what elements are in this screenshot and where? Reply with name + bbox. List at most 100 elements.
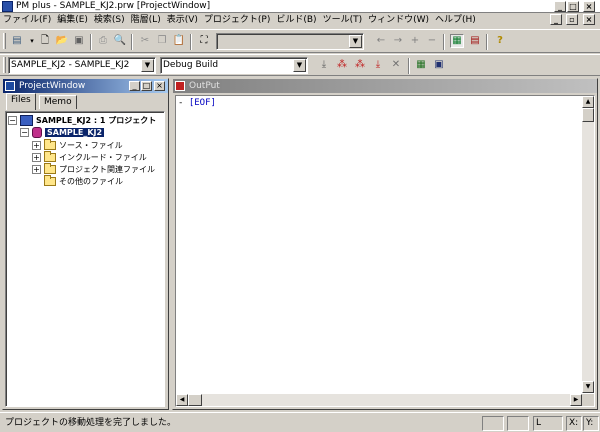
project-tree[interactable]: − SAMPLE_KJ2 : 1 プロジェクト − SAMPLE_KJ2 + ソ… [5,111,165,407]
mdi-restore-button[interactable]: ▫ [566,14,578,25]
toolbar-separator [408,58,410,74]
copy-icon[interactable]: ❐ [155,34,169,48]
maximize-button[interactable]: □ [567,1,579,12]
scroll-up-icon[interactable]: ▲ [582,96,594,108]
mdi-close-button[interactable]: × [583,14,595,25]
status-panel-x: X: [566,416,582,431]
menu-view[interactable]: 表示(V) [164,13,201,28]
forward-arrow-icon[interactable]: → [391,34,405,48]
title-bar[interactable]: PM plus - SAMPLE_KJ2.prw [ProjectWindow]… [0,0,600,13]
tree-item-label: その他のファイル [59,176,123,186]
print-icon[interactable]: ⎙ [96,34,110,48]
menu-tools[interactable]: ツール(T) [320,13,366,28]
scroll-right-icon[interactable]: ▶ [570,394,582,406]
line-marker-icon: - [178,98,184,108]
tree-item-label: ソース・ファイル [59,140,123,150]
output-window-titlebar[interactable]: OutPut [173,79,597,93]
status-bar: プロジェクトの移動処理を完了しました。 L X: Y: [0,412,600,432]
open-folder-icon[interactable]: 📂 [55,34,69,48]
search-combo-arrow-icon[interactable]: ▼ [349,35,362,48]
toolbar-separator [486,34,488,50]
project-window-toggle-icon[interactable]: ▦ [450,34,464,48]
find-binoculars-icon[interactable]: ⛶ [197,34,211,48]
tab-memo[interactable]: Memo [39,95,77,109]
build-icon[interactable]: ⁂ [335,58,349,72]
tree-item-source-files[interactable]: + ソース・ファイル [32,138,123,151]
paste-icon[interactable]: 📋 [172,34,186,48]
expand-icon[interactable]: + [32,140,41,150]
scroll-left-icon[interactable]: ◀ [176,394,188,406]
build-config-combo[interactable]: Debug Build [160,57,308,74]
stop-build-icon[interactable]: ⤓ [371,58,385,72]
minimize-button[interactable]: _ [554,1,566,12]
output-pane[interactable]: - [EOF] ▲ ▼ ◀ ▶ [175,95,595,407]
menu-file[interactable]: ファイル(F) [0,13,54,28]
output-window: OutPut - [EOF] ▲ ▼ ◀ ▶ [172,78,598,410]
tree-item-workspace[interactable]: − SAMPLE_KJ2 : 1 プロジェクト [8,114,156,126]
workspace-icon [20,114,33,126]
horizontal-scrollbar[interactable]: ◀ ▶ [176,394,582,406]
tree-item-other-files[interactable]: その他のファイル [44,174,123,187]
toolbar-grip[interactable] [3,57,6,73]
project-window-maximize-button[interactable]: □ [141,81,152,91]
status-panel-blank [482,416,504,431]
output-window-icon [175,81,185,91]
project-tabs: Files Memo [3,93,168,110]
close-button[interactable]: × [583,1,595,12]
expand-icon[interactable]: + [32,152,41,162]
project-window-titlebar[interactable]: ProjectWindow _ □ × [3,79,168,93]
folder-icon [44,138,56,150]
new-file-icon[interactable]: ▤ [10,34,24,48]
tab-files[interactable]: Files [6,93,36,110]
save-icon[interactable]: ▣ [72,34,86,48]
back-arrow-icon[interactable]: ← [374,34,388,48]
clean-icon[interactable]: ✕ [389,58,403,72]
search-combo[interactable] [216,33,364,50]
menu-build[interactable]: ビルド(B) [273,13,319,28]
project-window-close-button[interactable]: × [154,81,165,91]
project-combo[interactable]: SAMPLE_KJ2 - SAMPLE_KJ2 [8,57,156,74]
menu-search[interactable]: 検索(S) [91,13,128,28]
scrollbar-corner [582,394,594,406]
menu-project[interactable]: プロジェクト(P) [201,13,273,28]
help-question-icon[interactable]: ? [493,34,507,48]
tree-item-project-files[interactable]: + プロジェクト関連ファイル [32,162,155,175]
new-document-icon[interactable]: 🗋 [38,34,52,48]
compile-icon[interactable]: ⤓ [317,58,331,72]
mdi-minimize-button[interactable]: _ [550,14,562,25]
menu-hierarchy[interactable]: 階層(L) [128,13,164,28]
tree-item-project[interactable]: − SAMPLE_KJ2 [20,126,105,138]
horizontal-scroll-thumb[interactable] [188,394,202,406]
expand-icon[interactable]: + [32,164,41,174]
project-window-minimize-button[interactable]: _ [129,81,140,91]
debugger-icon[interactable]: ▦ [414,58,428,72]
print-preview-icon[interactable]: 🔍 [113,34,127,48]
vertical-scrollbar[interactable]: ▲ ▼ [582,96,594,393]
scroll-down-icon[interactable]: ▼ [582,381,594,393]
build-combo-arrow-icon[interactable]: ▼ [293,59,306,72]
build-settings-icon[interactable]: ▣ [432,58,446,72]
menu-window[interactable]: ウィンドウ(W) [365,13,432,28]
toolbar-grip[interactable] [3,33,6,49]
tree-item-label: SAMPLE_KJ2 : 1 プロジェクト [36,115,157,125]
project-combo-arrow-icon[interactable]: ▼ [141,59,154,72]
menu-help[interactable]: ヘルプ(H) [432,13,479,28]
add-bookmark-icon[interactable]: + [408,34,422,48]
collapse-icon[interactable]: − [20,127,29,137]
menu-edit[interactable]: 編集(E) [54,13,91,28]
build-toolbar: SAMPLE_KJ2 - SAMPLE_KJ2 ▼ Debug Build ▼ … [0,54,600,76]
project-window: ProjectWindow _ □ × Files Memo − SAMPLE_… [2,78,169,410]
collapse-icon[interactable]: − [8,115,17,125]
output-window-toggle-icon[interactable]: ▤ [468,34,482,48]
vertical-scroll-thumb[interactable] [582,108,594,122]
project-window-title: ProjectWindow [19,81,86,91]
tree-item-include-files[interactable]: + インクルード・ファイル [32,150,147,163]
output-line-eof: - [EOF] [178,98,216,108]
rebuild-all-icon[interactable]: ⁂ [353,58,367,72]
pm-plus-app-icon[interactable] [2,1,13,12]
cut-icon[interactable]: ✂ [138,34,152,48]
remove-bookmark-icon[interactable]: − [425,34,439,48]
tree-item-label: インクルード・ファイル [59,152,147,162]
dropdown-arrow-icon[interactable]: ▾ [25,34,39,48]
folder-icon [44,174,56,186]
